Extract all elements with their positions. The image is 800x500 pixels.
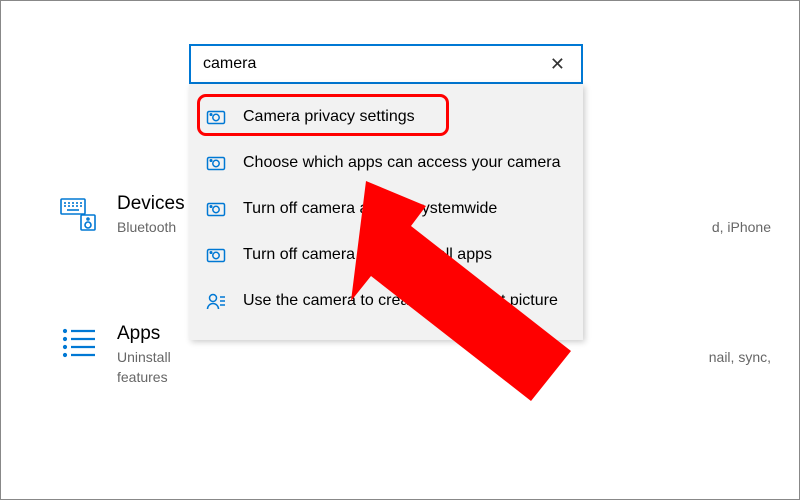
category-devices[interactable]: Devices Bluetooth	[59, 193, 185, 238]
suggestion-turn-off-systemwide[interactable]: Turn off camera access systemwide	[189, 186, 583, 232]
category-subtitle: Uninstall	[117, 349, 171, 365]
suggestion-label: Camera privacy settings	[243, 108, 415, 126]
suggestion-turn-off-all-apps[interactable]: Turn off camera access for all apps	[189, 232, 583, 278]
clear-search-icon[interactable]: ✕	[544, 50, 571, 79]
category-title: Devices	[117, 193, 185, 215]
category-title: Apps	[117, 323, 171, 345]
search-suggestions-dropdown: Camera privacy settings Choose which app…	[189, 84, 583, 340]
suggestion-label: Choose which apps can access your camera	[243, 154, 561, 172]
camera-icon	[205, 106, 227, 128]
category-apps[interactable]: Apps Uninstall features	[59, 323, 171, 385]
person-icon	[205, 290, 227, 312]
suggestion-camera-privacy[interactable]: Camera privacy settings	[189, 94, 583, 140]
camera-icon	[205, 244, 227, 266]
suggestion-label: Turn off camera access systemwide	[243, 200, 497, 218]
settings-search-box[interactable]: ✕	[189, 44, 583, 84]
list-icon	[59, 323, 99, 368]
bg-text-fragment: d, iPhone	[712, 219, 771, 235]
search-input[interactable]	[203, 55, 544, 73]
camera-icon	[205, 198, 227, 220]
bg-text-fragment: nail, sync,	[709, 349, 771, 365]
keyboard-speaker-icon	[59, 193, 99, 238]
suggestion-account-picture[interactable]: Use the camera to create an account pict…	[189, 278, 583, 324]
suggestion-choose-apps[interactable]: Choose which apps can access your camera	[189, 140, 583, 186]
suggestion-label: Use the camera to create an account pict…	[243, 292, 558, 310]
camera-icon	[205, 152, 227, 174]
category-subtitle: Bluetooth	[117, 219, 185, 235]
suggestion-label: Turn off camera access for all apps	[243, 246, 492, 264]
category-subtitle: features	[117, 369, 171, 385]
